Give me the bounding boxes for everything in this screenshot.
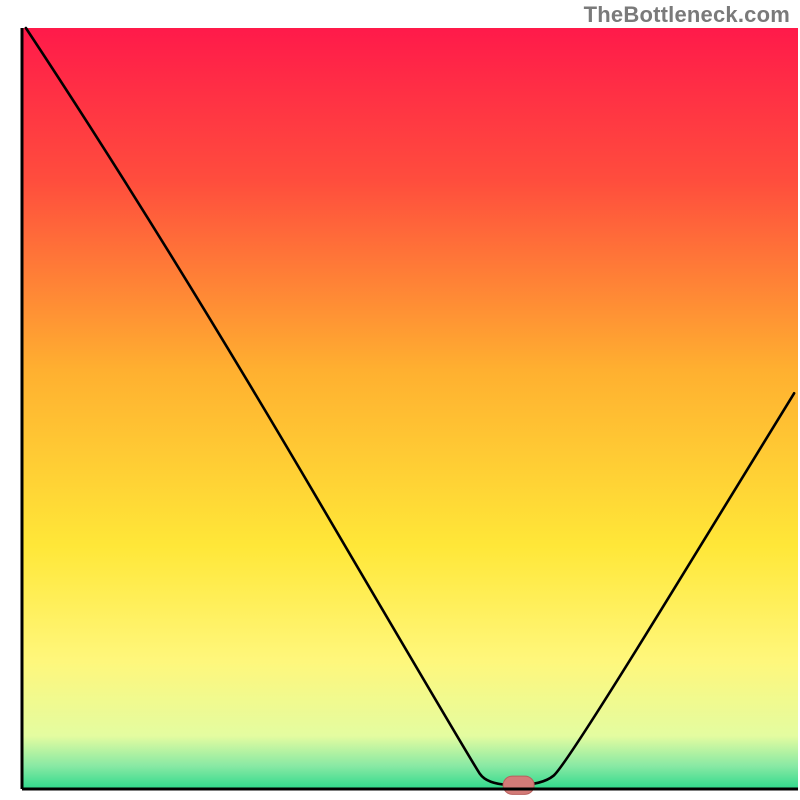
chart-container: TheBottleneck.com xyxy=(0,0,800,800)
plot-background xyxy=(22,28,798,789)
optimal-marker xyxy=(503,776,534,794)
bottleneck-chart xyxy=(0,0,800,800)
watermark-text: TheBottleneck.com xyxy=(584,2,790,28)
